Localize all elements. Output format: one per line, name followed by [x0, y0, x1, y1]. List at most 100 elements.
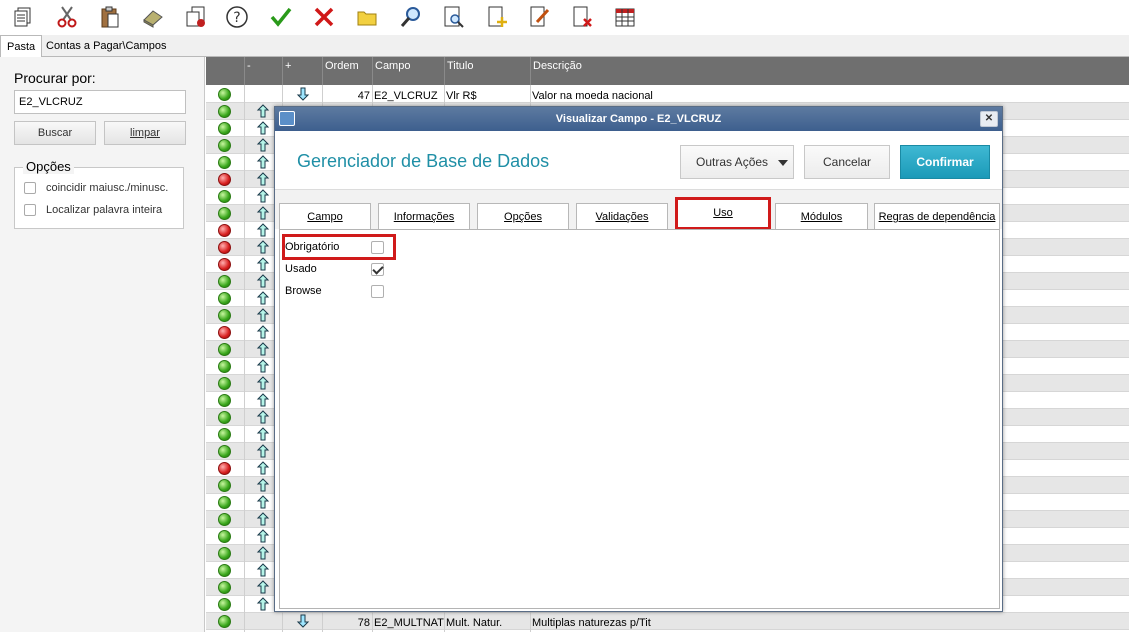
delete-doc-icon[interactable]	[567, 2, 597, 32]
usado-checkbox[interactable]	[371, 262, 384, 276]
obrigatorio-checkbox[interactable]	[371, 240, 384, 254]
first-row-titulo: Vlr R$	[446, 90, 477, 102]
arrow-up-icon[interactable]	[256, 546, 270, 560]
edit-doc-icon[interactable]	[524, 2, 554, 32]
field-browse: Browse	[285, 283, 384, 299]
arrow-down-icon[interactable]	[296, 87, 310, 101]
search-button[interactable]: Buscar	[14, 121, 96, 145]
arrow-up-icon[interactable]	[256, 461, 270, 475]
table-icon[interactable]	[610, 2, 640, 32]
tab-uso[interactable]: Uso	[675, 197, 771, 230]
copy-icon[interactable]	[8, 2, 38, 32]
arrow-up-icon[interactable]	[256, 274, 270, 288]
status-green-icon	[218, 156, 231, 169]
col-plus[interactable]: +	[282, 57, 322, 85]
tab-validacoes[interactable]: Validações	[576, 203, 668, 229]
tab-modulos[interactable]: Módulos	[775, 203, 868, 229]
tab-contas-a-pagar-campos[interactable]: Contas a Pagar\Campos	[40, 35, 172, 57]
status-green-icon	[218, 309, 231, 322]
arrow-up-icon[interactable]	[256, 410, 270, 424]
search-icon[interactable]	[396, 2, 426, 32]
arrow-up-icon[interactable]	[256, 495, 270, 509]
arrow-up-icon[interactable]	[256, 529, 270, 543]
preview-icon[interactable]	[439, 2, 469, 32]
arrow-down-icon[interactable]	[296, 614, 310, 628]
tab-campo[interactable]: Campo	[279, 203, 371, 229]
status-green-icon	[218, 479, 231, 492]
dialog-heading: Gerenciador de Base de Dados	[297, 151, 550, 171]
arrow-up-icon[interactable]	[256, 223, 270, 237]
arrow-up-icon[interactable]	[256, 189, 270, 203]
arrow-up-icon[interactable]	[256, 308, 270, 322]
clear-button[interactable]: limpar	[104, 121, 186, 145]
col-campo[interactable]: Campo	[372, 57, 444, 85]
status-green-icon	[218, 207, 231, 220]
status-green-icon	[218, 581, 231, 594]
browse-checkbox[interactable]	[371, 284, 384, 298]
status-green-icon	[218, 105, 231, 118]
cancel-icon[interactable]	[309, 2, 339, 32]
arrow-up-icon[interactable]	[256, 172, 270, 186]
new-doc-icon[interactable]	[482, 2, 512, 32]
arrow-up-icon[interactable]	[256, 325, 270, 339]
arrow-up-icon[interactable]	[256, 427, 270, 441]
status-green-icon	[218, 190, 231, 203]
svg-text:?: ?	[233, 10, 240, 26]
help-icon[interactable]: ?	[222, 2, 252, 32]
search-input[interactable]	[14, 90, 186, 114]
tab-pasta[interactable]: Pasta	[0, 35, 43, 58]
arrow-up-icon[interactable]	[256, 563, 270, 577]
cancel-button[interactable]: Cancelar	[804, 145, 890, 179]
arrow-up-icon[interactable]	[256, 121, 270, 135]
col-descricao[interactable]: Descrição	[530, 57, 1129, 85]
arrow-up-icon[interactable]	[256, 206, 270, 220]
status-green-icon	[218, 547, 231, 560]
browse-label: Browse	[285, 285, 322, 297]
status-green-icon	[218, 292, 231, 305]
arrow-up-icon[interactable]	[256, 291, 270, 305]
status-green-icon	[218, 88, 231, 101]
confirm-icon[interactable]	[266, 2, 296, 32]
close-icon[interactable]: ✕	[980, 111, 998, 127]
arrow-up-icon[interactable]	[256, 478, 270, 492]
folder-icon[interactable]	[352, 2, 382, 32]
arrow-up-icon[interactable]	[256, 257, 270, 271]
first-row-descricao: Valor na moeda nacional	[532, 90, 653, 102]
match-case-checkbox[interactable]	[24, 182, 36, 194]
status-green-icon	[218, 122, 231, 135]
arrow-up-icon[interactable]	[256, 376, 270, 390]
status-red-icon	[218, 462, 231, 475]
whole-word-checkbox[interactable]	[24, 204, 36, 216]
arrow-up-icon[interactable]	[256, 512, 270, 526]
option-match-case[interactable]: coincidir maiusc./minusc.	[24, 180, 168, 196]
arrow-up-icon[interactable]	[256, 342, 270, 356]
usado-label: Usado	[285, 263, 317, 275]
status-green-icon	[218, 445, 231, 458]
arrow-up-icon[interactable]	[256, 580, 270, 594]
cut-icon[interactable]	[52, 2, 82, 32]
arrow-up-icon[interactable]	[256, 138, 270, 152]
multi-copy-icon[interactable]	[181, 2, 211, 32]
arrow-up-icon[interactable]	[256, 359, 270, 373]
col-titulo[interactable]: Titulo	[444, 57, 530, 85]
last-row-titulo: Mult. Natur.	[446, 617, 503, 629]
option-whole-word[interactable]: Localizar palavra inteira	[24, 202, 162, 218]
arrow-up-icon[interactable]	[256, 393, 270, 407]
eraser-icon[interactable]	[138, 2, 168, 32]
confirm-button[interactable]: Confirmar	[900, 145, 990, 179]
tab-informacoes[interactable]: Informações	[378, 203, 470, 229]
status-green-icon	[218, 564, 231, 577]
col-minus[interactable]: -	[244, 57, 282, 85]
arrow-up-icon[interactable]	[256, 104, 270, 118]
dialog-tabs: Campo Informações Opções Validações Uso …	[275, 189, 1002, 230]
arrow-up-icon[interactable]	[256, 444, 270, 458]
paste-icon[interactable]	[95, 2, 125, 32]
tab-opcoes[interactable]: Opções	[477, 203, 569, 229]
tab-regras-de-dependencia[interactable]: Regras de dependência	[874, 203, 1000, 229]
arrow-up-icon[interactable]	[256, 240, 270, 254]
dialog-title: Visualizar Campo - E2_VLCRUZ	[555, 113, 722, 125]
other-actions-button[interactable]: Outras Ações	[680, 145, 794, 179]
col-ordem[interactable]: Ordem	[322, 57, 372, 85]
arrow-up-icon[interactable]	[256, 155, 270, 169]
arrow-up-icon[interactable]	[256, 597, 270, 611]
